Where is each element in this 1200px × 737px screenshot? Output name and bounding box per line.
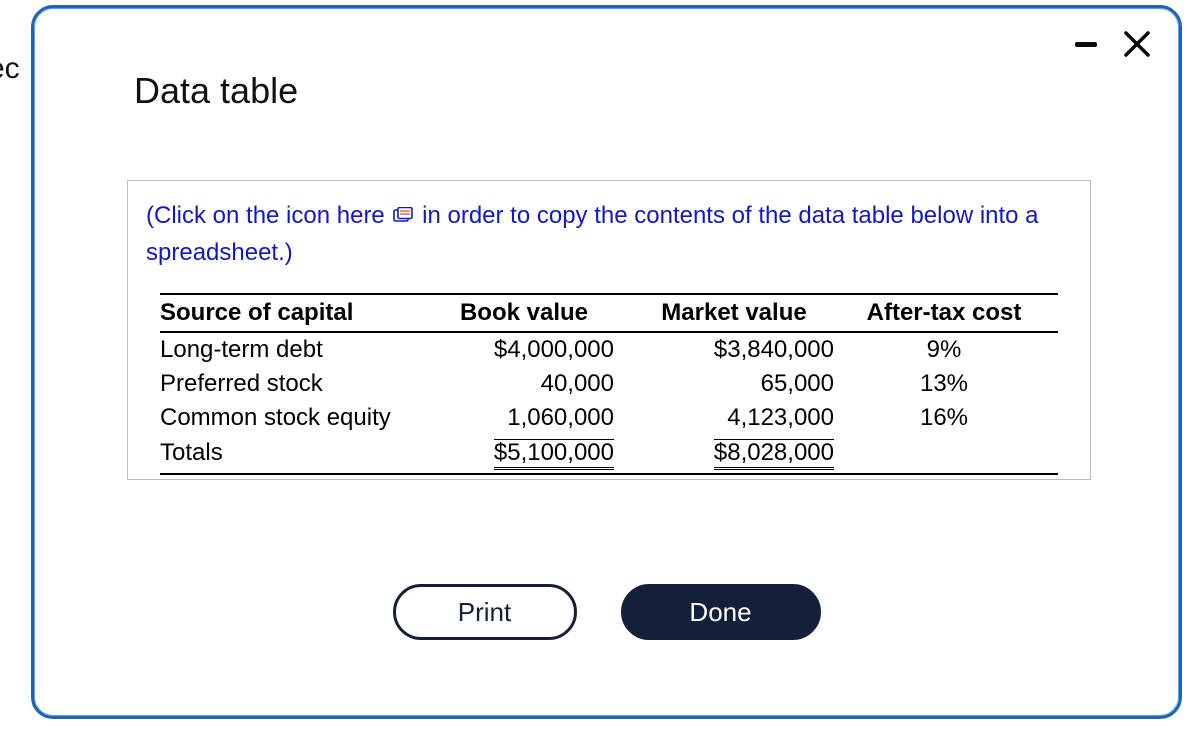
header-cost: After-tax cost xyxy=(844,299,1044,327)
done-button[interactable]: Done xyxy=(621,584,821,640)
totals-cost-empty xyxy=(844,439,1044,470)
table-row: Long-term debt $4,000,000 $3,840,000 9% xyxy=(160,333,1058,367)
instruction-text: (Click on the icon here in order to copy… xyxy=(146,199,1072,271)
capital-table: Source of capital Book value Market valu… xyxy=(146,293,1072,475)
cell-book: 40,000 xyxy=(424,370,624,398)
background-text-fragment: ec xyxy=(0,52,20,86)
header-book: Book value xyxy=(424,299,624,327)
totals-label: Totals xyxy=(160,439,424,470)
totals-book: $5,100,000 xyxy=(424,439,624,470)
table-totals-row: Totals $5,100,000 $8,028,000 xyxy=(160,435,1058,475)
window-controls xyxy=(1075,30,1151,58)
cell-source: Common stock equity xyxy=(160,404,424,432)
totals-market: $8,028,000 xyxy=(624,439,844,470)
close-icon[interactable] xyxy=(1123,30,1151,58)
cell-cost: 16% xyxy=(844,404,1044,432)
content-panel: (Click on the icon here in order to copy… xyxy=(127,180,1091,480)
button-row: Print Done xyxy=(34,584,1179,640)
data-table-modal: Data table (Click on the icon here in or… xyxy=(31,5,1182,719)
cell-cost: 9% xyxy=(844,336,1044,364)
header-source: Source of capital xyxy=(160,299,424,327)
table-row: Common stock equity 1,060,000 4,123,000 … xyxy=(160,401,1058,435)
cell-book: 1,060,000 xyxy=(424,404,624,432)
cell-book: $4,000,000 xyxy=(424,336,624,364)
instruction-part1: (Click on the icon here xyxy=(146,202,385,229)
header-market: Market value xyxy=(624,299,844,327)
cell-market: 4,123,000 xyxy=(624,404,844,432)
minimize-icon[interactable] xyxy=(1075,42,1097,47)
table-header-row: Source of capital Book value Market valu… xyxy=(160,295,1058,333)
cell-market: $3,840,000 xyxy=(624,336,844,364)
cell-market: 65,000 xyxy=(624,370,844,398)
table-row: Preferred stock 40,000 65,000 13% xyxy=(160,367,1058,401)
copy-to-spreadsheet-icon[interactable] xyxy=(393,201,413,236)
cell-cost: 13% xyxy=(844,370,1044,398)
modal-title: Data table xyxy=(134,70,298,112)
print-button[interactable]: Print xyxy=(393,584,577,640)
cell-source: Long-term debt xyxy=(160,336,424,364)
cell-source: Preferred stock xyxy=(160,370,424,398)
